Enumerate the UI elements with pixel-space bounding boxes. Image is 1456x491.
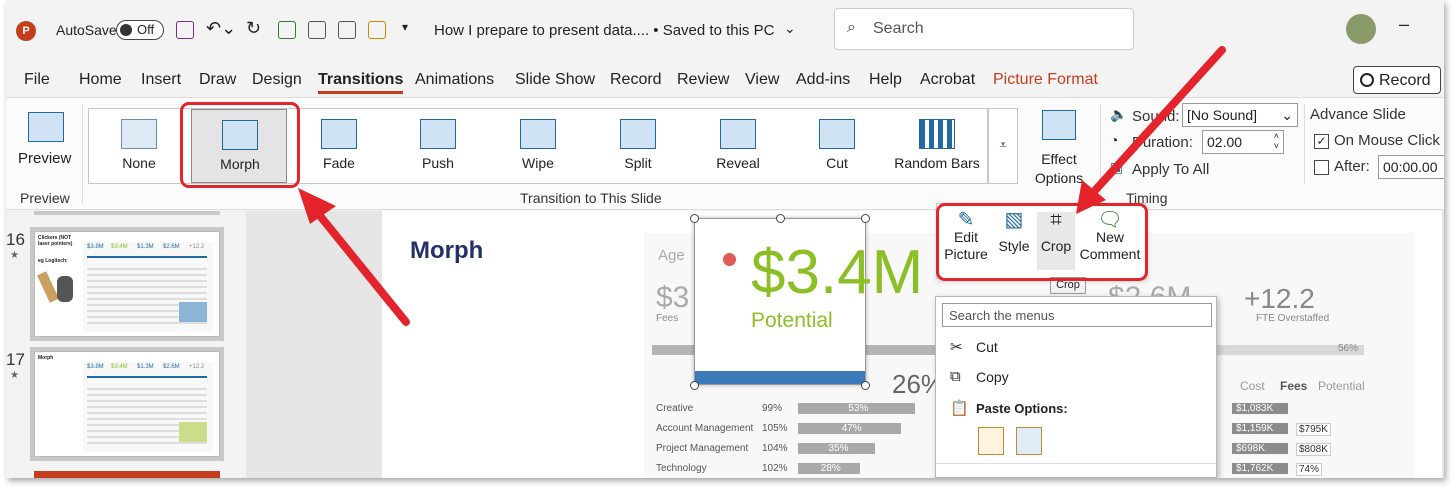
annotation-arrows <box>298 46 1226 326</box>
arrow-to-morph <box>298 188 410 326</box>
powerpoint-window: P AutoSave Off ↶⌄ ↻ ▾ How I prepare to p… <box>6 0 1444 478</box>
arrow-to-crop <box>1076 46 1226 214</box>
